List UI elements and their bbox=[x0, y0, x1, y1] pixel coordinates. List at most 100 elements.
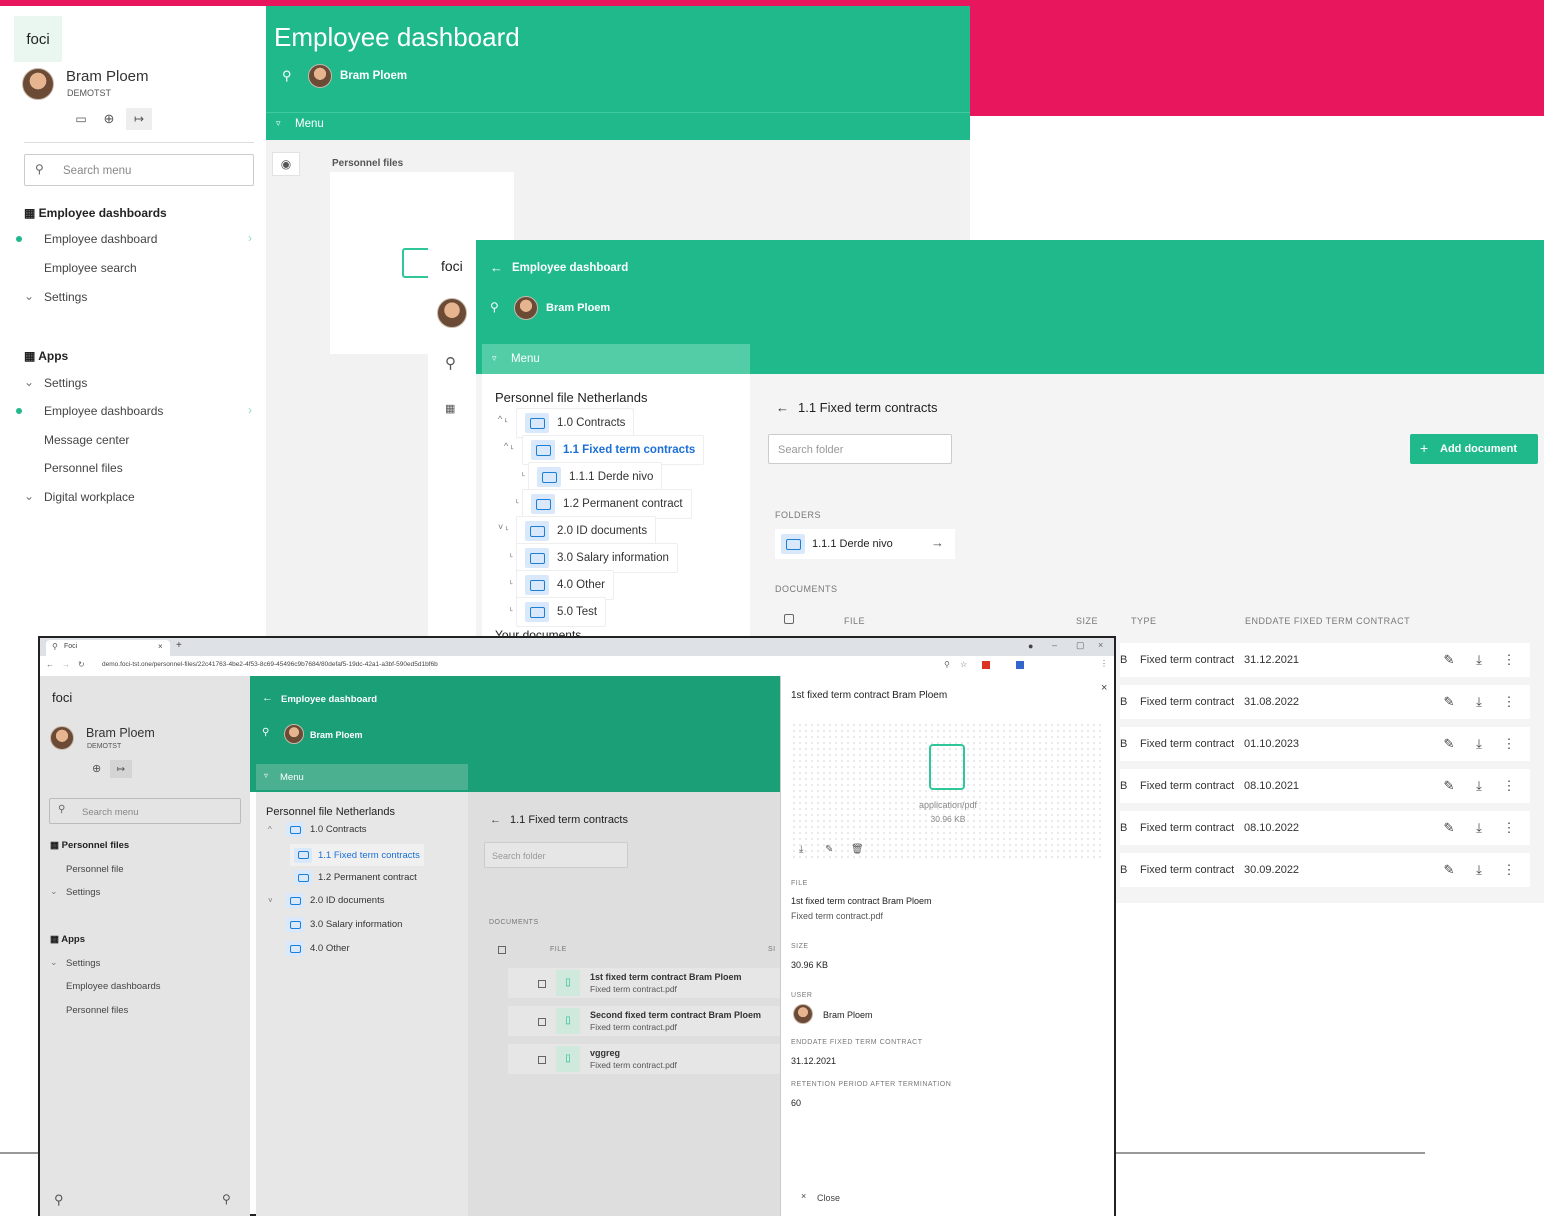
minimize-icon[interactable]: – bbox=[1052, 640, 1057, 650]
close-button[interactable]: Close bbox=[817, 1193, 840, 1203]
row-checkbox[interactable] bbox=[538, 980, 546, 988]
pin-icon[interactable]: ⚲ bbox=[222, 1192, 231, 1206]
tree-item[interactable]: 5.0 Test bbox=[516, 597, 607, 627]
table-row[interactable]: B Fixed term contract 31.08.2022 ✎ ⤓ ⋮ bbox=[1120, 685, 1530, 719]
search-folder-input[interactable]: Search folder bbox=[484, 842, 628, 868]
document-row[interactable]: ▯ vggreg Fixed term contract.pdf 30 bbox=[508, 1044, 819, 1074]
tree-item-active[interactable]: 1.1 Fixed term contracts bbox=[290, 844, 424, 866]
chevron-down-icon[interactable]: ˅ ˪ bbox=[498, 522, 509, 532]
apps-settings[interactable]: Settings bbox=[44, 376, 87, 390]
col-size[interactable]: SIZE bbox=[1076, 616, 1098, 626]
chevron-up-icon[interactable]: ^ ˪ bbox=[498, 414, 508, 424]
subfolder-card[interactable]: 1.1.1 Derde nivo → bbox=[775, 529, 955, 559]
apps-settings[interactable]: Settings bbox=[66, 958, 100, 969]
row-checkbox[interactable] bbox=[538, 1056, 546, 1064]
close-icon[interactable]: × bbox=[158, 642, 163, 651]
col-enddate[interactable]: ENDDATE FIXED TERM CONTRACT bbox=[1245, 616, 1410, 626]
nav-employee-dashboard[interactable]: Employee dashboard bbox=[44, 232, 157, 246]
search-icon[interactable]: ⚲ bbox=[490, 300, 499, 314]
back-link[interactable]: Employee dashboard bbox=[512, 262, 628, 274]
apps-grid-icon[interactable]: ▦ bbox=[445, 402, 455, 415]
back-icon[interactable]: ← bbox=[46, 660, 54, 669]
menu-label[interactable]: Menu bbox=[295, 118, 324, 130]
document-row[interactable]: ▯ 1st fixed term contract Bram Ploem Fix… bbox=[508, 968, 819, 998]
tree-item[interactable]: 3.0 Salary information bbox=[516, 543, 678, 573]
download-icon[interactable]: ⤓ bbox=[1464, 652, 1494, 668]
document-row[interactable]: ▯ Second fixed term contract Bram Ploem … bbox=[508, 1006, 819, 1036]
more-icon[interactable]: ⋮ bbox=[1494, 736, 1524, 752]
edit-icon[interactable]: ✎ bbox=[1434, 694, 1464, 710]
edit-icon[interactable]: ✎ bbox=[1434, 778, 1464, 794]
select-all-checkbox[interactable] bbox=[498, 946, 506, 954]
apps-employee-dashboards[interactable]: Employee dashboards bbox=[66, 981, 161, 992]
more-icon[interactable]: ⋮ bbox=[1494, 862, 1524, 878]
nav-employee-search[interactable]: Employee search bbox=[44, 261, 137, 275]
tree-item[interactable]: 1.0 Contracts bbox=[286, 822, 367, 837]
reload-icon[interactable]: ↻ bbox=[78, 660, 85, 669]
more-icon[interactable]: ⋮ bbox=[1494, 778, 1524, 794]
url-field[interactable]: demo.foci-tst.one/personnel-files/22c417… bbox=[102, 661, 438, 668]
table-row[interactable]: B Fixed term contract 08.10.2022 ✎ ⤓ ⋮ bbox=[1120, 811, 1530, 845]
tree-item-active[interactable]: 1.1 Fixed term contracts bbox=[522, 435, 705, 465]
search-icon[interactable]: ⚲ bbox=[262, 727, 269, 738]
globe-icon[interactable]: ⊕ bbox=[92, 762, 101, 775]
logo[interactable]: foci bbox=[441, 258, 463, 274]
table-row[interactable]: B Fixed term contract 08.10.2021 ✎ ⤓ ⋮ bbox=[1120, 769, 1530, 803]
zoom-icon[interactable]: ⚲ bbox=[944, 660, 950, 669]
download-icon[interactable]: ⤓ bbox=[799, 844, 803, 855]
arrow-left-icon[interactable]: ← bbox=[776, 400, 789, 415]
tree-item[interactable]: 4.0 Other bbox=[286, 941, 350, 956]
file-preview[interactable]: application/pdf 30.96 KB ⤓ ✎ 🗑 bbox=[791, 722, 1105, 862]
search-icon[interactable]: ⚲ bbox=[282, 68, 292, 84]
edit-icon[interactable]: ✎ bbox=[825, 844, 833, 855]
logo[interactable]: foci bbox=[52, 690, 72, 705]
tree-item[interactable]: 2.0 ID documents bbox=[286, 893, 384, 908]
person-icon[interactable]: ◉ bbox=[272, 152, 300, 176]
edit-icon[interactable]: ✎ bbox=[1434, 820, 1464, 836]
new-tab-icon[interactable]: + bbox=[176, 640, 182, 651]
tree-item[interactable]: 3.0 Salary information bbox=[286, 917, 402, 932]
more-icon[interactable]: ⋮ bbox=[1100, 659, 1108, 668]
arrow-left-icon[interactable]: ← bbox=[490, 814, 501, 826]
browser-tab[interactable]: ⚲ Foci × bbox=[46, 640, 170, 656]
chevron-down-icon[interactable]: ˅ bbox=[268, 896, 273, 905]
nav-settings[interactable]: Settings bbox=[44, 290, 87, 304]
edit-icon[interactable]: ✎ bbox=[1434, 862, 1464, 878]
table-row[interactable]: B Fixed term contract 30.09.2022 ✎ ⤓ ⋮ bbox=[1120, 853, 1530, 887]
apps-personnel-files[interactable]: Personnel files bbox=[66, 1005, 128, 1016]
more-icon[interactable]: ⋮ bbox=[1494, 694, 1524, 710]
profile-icon[interactable]: ● bbox=[1028, 641, 1033, 651]
select-all-checkbox[interactable] bbox=[784, 614, 794, 624]
more-icon[interactable]: ⋮ bbox=[1494, 820, 1524, 836]
download-icon[interactable]: ⤓ bbox=[1464, 862, 1494, 878]
maximize-icon[interactable]: ▢ bbox=[1076, 640, 1085, 651]
tree-item[interactable]: 1.1.1 Derde nivo bbox=[528, 462, 663, 492]
back-link[interactable]: Employee dashboard bbox=[281, 694, 377, 705]
more-icon[interactable]: ⋮ bbox=[1494, 652, 1524, 668]
download-icon[interactable]: ⤓ bbox=[1464, 820, 1494, 836]
search-icon[interactable]: ⚲ bbox=[54, 1192, 64, 1208]
apps-employee-dashboards[interactable]: Employee dashboards bbox=[44, 404, 163, 418]
col-size[interactable]: SI bbox=[768, 946, 776, 953]
tree-item[interactable]: 1.0 Contracts bbox=[516, 408, 635, 438]
search-input[interactable]: ⚲ Search menu bbox=[49, 798, 241, 824]
tree-item[interactable]: 4.0 Other bbox=[516, 570, 614, 600]
menu-bar[interactable]: ▿ Menu bbox=[256, 764, 468, 790]
chat-icon[interactable]: ▭ bbox=[72, 110, 90, 128]
logo[interactable]: foci bbox=[14, 16, 62, 62]
edit-icon[interactable]: ✎ bbox=[1434, 736, 1464, 752]
apps-message-center[interactable]: Message center bbox=[44, 433, 129, 447]
star-icon[interactable]: ☆ bbox=[960, 660, 967, 669]
tree-item[interactable]: 2.0 ID documents bbox=[516, 516, 657, 546]
download-icon[interactable]: ⤓ bbox=[1464, 778, 1494, 794]
add-document-button[interactable]: + Add document bbox=[1410, 434, 1538, 464]
globe-icon[interactable]: ⊕ bbox=[100, 110, 118, 128]
search-input[interactable]: ⚲ Search menu bbox=[24, 154, 254, 186]
col-file[interactable]: FILE bbox=[550, 946, 567, 953]
close-icon[interactable]: × bbox=[1101, 682, 1107, 694]
row-checkbox[interactable] bbox=[538, 1018, 546, 1026]
close-window-icon[interactable]: × bbox=[1098, 640, 1103, 650]
apps-digital-workplace[interactable]: Digital workplace bbox=[44, 490, 135, 504]
edit-icon[interactable]: ✎ bbox=[1434, 652, 1464, 668]
apps-personnel-files[interactable]: Personnel files bbox=[44, 461, 123, 475]
